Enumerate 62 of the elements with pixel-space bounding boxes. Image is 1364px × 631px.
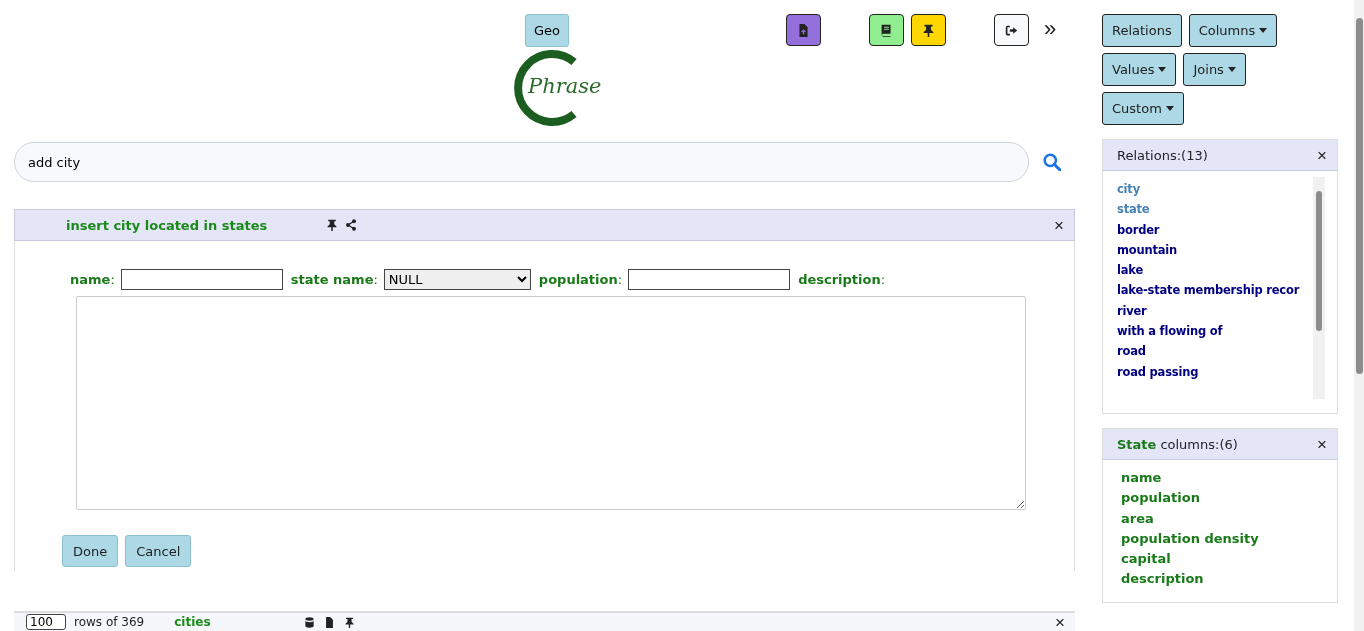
relation-item[interactable]: mountain	[1117, 241, 1313, 259]
close-button[interactable]: ×	[1317, 435, 1327, 453]
relation-item[interactable]: city	[1117, 181, 1313, 198]
text-field[interactable]	[628, 269, 791, 290]
relation-item[interactable]: lake	[1117, 262, 1313, 279]
close-button[interactable]: ×	[1317, 146, 1327, 164]
relation-item[interactable]: state	[1117, 201, 1313, 218]
panel-title: Relations:(13)	[1117, 147, 1208, 163]
relation-name: State	[1117, 436, 1157, 452]
text-field[interactable]	[120, 269, 283, 290]
search-field[interactable]: add city	[14, 142, 1029, 182]
relation-item[interactable]: border	[1117, 221, 1313, 238]
database-button[interactable]: Geo	[525, 14, 570, 47]
pin-icon	[922, 23, 935, 37]
relation-item[interactable]: with a flowing of	[1117, 323, 1313, 340]
share-icon	[345, 219, 357, 231]
relation-item[interactable]: road passing	[1117, 363, 1313, 380]
column-item[interactable]: capital	[1121, 551, 1319, 568]
field-label: population:	[538, 272, 623, 287]
column-item[interactable]: name	[1121, 470, 1319, 487]
toolbar-button[interactable]: Relations	[1102, 14, 1182, 47]
book-icon	[880, 23, 893, 37]
page-scrollbar[interactable]	[1354, 0, 1364, 631]
row-count: rows of 369	[74, 615, 145, 629]
pin-icon	[344, 616, 356, 628]
logout-button[interactable]	[994, 14, 1029, 46]
column-item[interactable]: area	[1121, 510, 1319, 527]
file-upload-button[interactable]	[786, 14, 821, 46]
field-label: state name:	[290, 272, 378, 287]
logo-text: Phrase	[528, 74, 602, 98]
search-icon	[1043, 153, 1061, 171]
query-title: insert city located in states	[66, 217, 269, 233]
toolbar-button[interactable]: Custom	[1102, 92, 1184, 125]
file-upload-icon	[797, 23, 810, 37]
scrollbar[interactable]	[1313, 177, 1325, 399]
toolbar-button[interactable]: Values	[1102, 53, 1177, 86]
column-item[interactable]: population density	[1121, 530, 1319, 548]
close-button[interactable]: ×	[1054, 216, 1064, 234]
column-item[interactable]: population	[1121, 490, 1319, 507]
relation-item[interactable]: river	[1117, 302, 1313, 320]
close-button[interactable]: ×	[1055, 613, 1065, 631]
description-field[interactable]	[76, 296, 1026, 510]
toolbar-button[interactable]: Columns	[1188, 14, 1278, 47]
relation-item[interactable]: road	[1117, 343, 1313, 360]
column-item[interactable]: description	[1121, 571, 1319, 588]
relation-item[interactable]: lake-state membership recor	[1117, 282, 1313, 299]
action-button[interactable]: Done	[62, 535, 119, 567]
row-limit-field[interactable]: 100	[26, 614, 66, 630]
book-button[interactable]	[869, 14, 904, 46]
logout-icon	[1005, 23, 1018, 37]
field-label: description:	[798, 272, 886, 287]
toolbar-button[interactable]: Joins	[1183, 53, 1246, 86]
pin-icon	[326, 219, 338, 231]
field-label: name:	[70, 272, 115, 287]
relation-name: cities	[174, 615, 212, 629]
database-icon	[304, 616, 316, 628]
panel-title: columns:(6)	[1160, 436, 1238, 452]
action-button[interactable]: Cancel	[125, 535, 192, 567]
state-dropdown[interactable]: NULL	[383, 269, 531, 290]
expand-button[interactable]: »	[1044, 16, 1057, 42]
file-icon	[324, 616, 336, 628]
pin-button[interactable]	[911, 14, 946, 46]
